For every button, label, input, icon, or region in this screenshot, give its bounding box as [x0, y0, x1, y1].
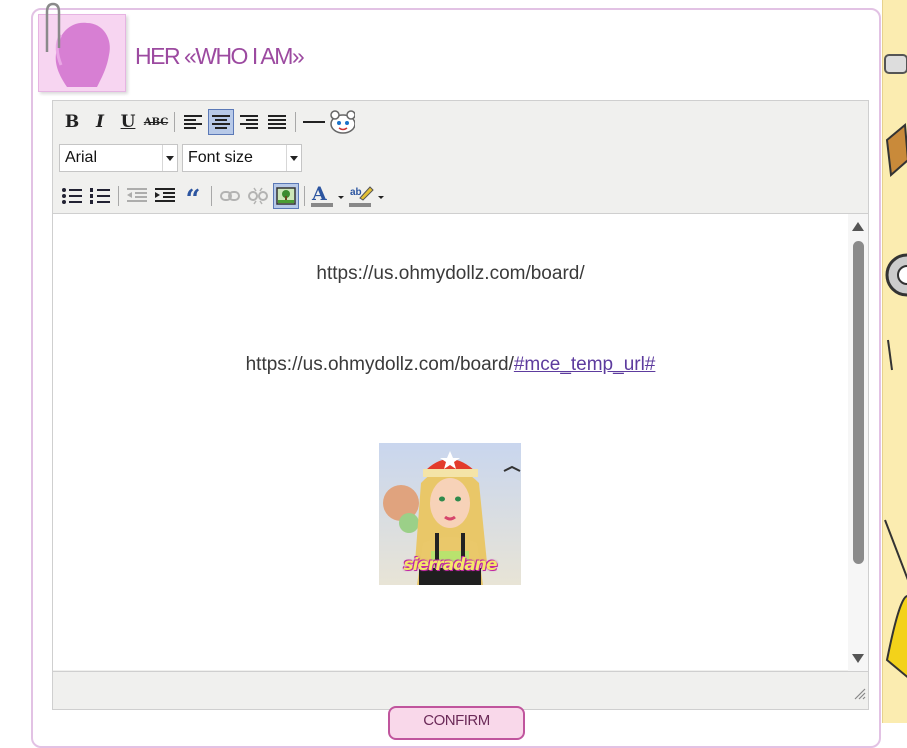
italic-label: I	[96, 112, 104, 132]
confirm-button[interactable]: CONFIRM	[388, 706, 525, 740]
emoticon-icon	[330, 110, 355, 134]
resize-handle-icon[interactable]	[852, 686, 866, 700]
indent-icon	[155, 188, 175, 202]
chevron-down-icon	[286, 145, 301, 171]
toolbar-separator	[295, 112, 296, 132]
align-right-button[interactable]	[236, 109, 262, 135]
align-center-button[interactable]	[208, 109, 234, 135]
toolbar-separator	[118, 186, 119, 206]
outdent-icon	[127, 188, 147, 202]
bullet-list-button[interactable]	[59, 183, 85, 209]
content-link-prefix: https://us.ohmydollz.com/board/	[245, 354, 514, 375]
toolbar-row-fonts: Arial Font size	[59, 143, 302, 173]
italic-button[interactable]: I	[87, 109, 113, 135]
unlink-icon	[248, 187, 268, 205]
toolbar-row-formatting: B I U ABC	[59, 107, 357, 137]
text-color-icon: A	[311, 184, 344, 207]
editor-statusbar	[53, 671, 868, 702]
highlight-color-button[interactable]: ab	[348, 183, 388, 209]
link-icon	[220, 191, 240, 201]
strikethrough-label: ABC	[143, 116, 169, 128]
insert-link-button[interactable]	[217, 183, 243, 209]
align-justify-icon	[268, 115, 286, 129]
align-center-icon	[212, 115, 230, 129]
toolbar-separator	[304, 186, 305, 206]
emoticon-button[interactable]	[329, 109, 355, 135]
insert-image-icon	[276, 187, 296, 205]
quote-icon: “	[185, 185, 201, 215]
rich-text-editor: B I U ABC Arial Font size “ A ab https:/…	[52, 100, 869, 710]
content-link-line: https://us.ohmydollz.com/board/#mce_temp…	[53, 354, 848, 376]
editor-scrollbar[interactable]	[848, 214, 868, 671]
svg-text:ab: ab	[350, 187, 362, 198]
content-url-line: https://us.ohmydollz.com/board/	[316, 263, 585, 284]
align-right-icon	[240, 115, 258, 129]
chevron-down-icon	[162, 145, 177, 171]
numbered-list-button[interactable]	[87, 183, 113, 209]
bold-button[interactable]: B	[59, 109, 85, 135]
bullet-list-icon	[62, 188, 82, 204]
page-title: HER «WHO I AM»	[135, 43, 305, 69]
toolbar-separator	[211, 186, 212, 206]
toolbar-separator	[174, 112, 175, 132]
scroll-down-arrow-icon[interactable]	[852, 654, 864, 663]
align-left-icon	[184, 115, 202, 129]
font-size-value: Font size	[188, 149, 253, 166]
numbered-list-icon	[90, 188, 110, 204]
doll-avatar-image[interactable]: sierradane	[379, 443, 521, 585]
strikethrough-button[interactable]: ABC	[143, 109, 169, 135]
bold-label: B	[64, 112, 80, 132]
paperclip-icon	[45, 2, 61, 52]
text-color-button[interactable]: A	[310, 183, 346, 209]
font-family-select[interactable]: Arial	[59, 144, 178, 172]
editor-content-area[interactable]: https://us.ohmydollz.com/board/ https://…	[53, 213, 868, 671]
highlight-color-icon: ab	[349, 186, 384, 207]
decorative-background-strip	[882, 0, 907, 723]
font-size-select[interactable]: Font size	[182, 144, 302, 172]
scrollbar-thumb[interactable]	[853, 241, 864, 564]
indent-button[interactable]	[152, 183, 178, 209]
align-left-button[interactable]	[180, 109, 206, 135]
unlink-button[interactable]	[245, 183, 271, 209]
underline-label: U	[120, 112, 136, 132]
blockquote-button[interactable]: “	[180, 183, 206, 213]
horizontal-rule-icon	[303, 121, 325, 123]
content-link[interactable]: #mce_temp_url#	[514, 354, 656, 375]
outdent-button[interactable]	[124, 183, 150, 209]
underline-button[interactable]: U	[115, 109, 141, 135]
toolbar-row-lists: “ A ab	[59, 181, 390, 213]
decorative-doodles-icon	[884, 54, 907, 678]
doll-caption: sierradane	[403, 555, 498, 575]
align-justify-button[interactable]	[264, 109, 290, 135]
scroll-up-arrow-icon[interactable]	[852, 222, 864, 231]
font-family-value: Arial	[65, 149, 98, 166]
insert-image-button[interactable]	[273, 183, 299, 209]
horizontal-rule-button[interactable]	[301, 109, 327, 135]
svg-text:A: A	[311, 184, 327, 205]
